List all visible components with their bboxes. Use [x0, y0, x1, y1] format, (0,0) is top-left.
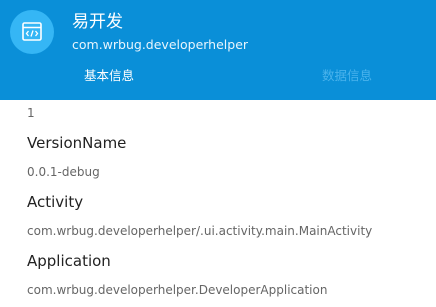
code-window-icon [22, 22, 42, 41]
version-name-value: 0.0.1-debug [27, 165, 100, 179]
app-icon [10, 10, 54, 54]
version-name-label: VersionName [27, 134, 127, 152]
activity-value: com.wrbug.developerhelper/.ui.activity.m… [27, 224, 373, 238]
package-name: com.wrbug.developerhelper [72, 37, 249, 52]
application-label: Application [27, 252, 111, 270]
tab-basic-info[interactable]: 基本信息 [84, 64, 134, 88]
app-name: 易开发 [72, 12, 123, 32]
app-info-screen: 易开发 com.wrbug.developerhelper 基本信息 数据信息 … [0, 0, 436, 307]
tab-data-info[interactable]: 数据信息 [322, 64, 372, 88]
app-header: 易开发 com.wrbug.developerhelper 基本信息 数据信息 [0, 0, 436, 100]
info-list: 1 VersionName 0.0.1-debug Activity com.w… [0, 100, 436, 307]
activity-label: Activity [27, 193, 84, 211]
application-value: com.wrbug.developerhelper.DeveloperAppli… [27, 283, 328, 297]
version-code-value: 1 [27, 106, 35, 120]
